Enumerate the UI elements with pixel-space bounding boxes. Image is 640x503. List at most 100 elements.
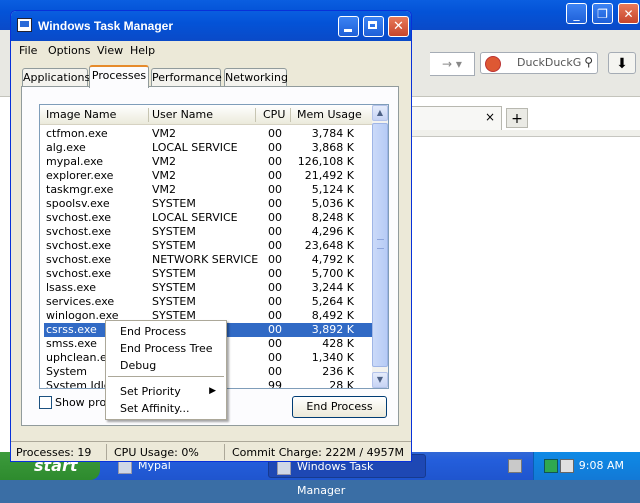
- scroll-down-button[interactable]: ▼: [372, 372, 388, 388]
- process-cpu: 99: [268, 379, 282, 389]
- search-icon[interactable]: ⚲: [584, 55, 593, 69]
- menu-bar: File Options View Help: [11, 41, 411, 61]
- table-row[interactable]: ctfmon.exe VM2 00 3,784 K: [40, 127, 372, 141]
- network-icon[interactable]: [560, 459, 574, 473]
- scroll-grip: [377, 239, 384, 249]
- process-image-name: taskmgr.exe: [46, 183, 114, 196]
- end-process-button[interactable]: End Process: [292, 396, 387, 418]
- menu-item-debug[interactable]: Debug: [108, 357, 224, 374]
- process-mem-usage: 4,296 K: [311, 225, 354, 238]
- maximize-button[interactable]: [363, 16, 384, 37]
- table-row[interactable]: svchost.exe SYSTEM 00 4,296 K: [40, 225, 372, 239]
- status-bar: Processes: 19 CPU Usage: 0% Commit Charg…: [11, 441, 411, 461]
- menu-item-end-process[interactable]: End Process: [108, 323, 224, 340]
- tab-networking[interactable]: Networking: [224, 68, 288, 87]
- table-row[interactable]: mypal.exe VM2 00 126,108 K: [40, 155, 372, 169]
- process-user-name: NETWORK SERVICE: [152, 253, 259, 266]
- browser-minimize-button[interactable]: _: [566, 3, 587, 24]
- table-row[interactable]: explorer.exe VM2 00 21,492 K: [40, 169, 372, 183]
- status-divider: [224, 444, 225, 460]
- table-row[interactable]: svchost.exe LOCAL SERVICE 00 8,248 K: [40, 211, 372, 225]
- process-mem-usage: 3,784 K: [311, 127, 354, 140]
- table-row[interactable]: alg.exe LOCAL SERVICE 00 3,868 K: [40, 141, 372, 155]
- process-cpu: 00: [268, 127, 282, 140]
- browser-tab[interactable]: ×: [410, 106, 502, 130]
- title-bar[interactable]: Windows Task Manager ✕: [11, 11, 411, 41]
- process-image-name: lsass.exe: [46, 281, 96, 294]
- duckduckgo-icon: [485, 56, 501, 72]
- minimize-button[interactable]: [338, 16, 359, 37]
- process-user-name: LOCAL SERVICE: [152, 141, 238, 154]
- process-image-name: uphclean.ex: [46, 351, 114, 364]
- column-divider[interactable]: [255, 108, 256, 122]
- tab-processes[interactable]: Processes: [89, 65, 149, 88]
- process-mem-usage: 3,868 K: [311, 141, 354, 154]
- new-tab-button[interactable]: +: [506, 108, 528, 128]
- process-mem-usage: 428 K: [322, 337, 354, 350]
- process-cpu: 00: [268, 267, 282, 280]
- show-all-processes-label[interactable]: Show proc: [55, 396, 112, 409]
- table-row[interactable]: svchost.exe SYSTEM 00 5,700 K: [40, 267, 372, 281]
- process-image-name: System Idle: [46, 379, 111, 389]
- show-all-processes-checkbox[interactable]: [39, 396, 52, 409]
- window-title: Windows Task Manager: [38, 19, 174, 33]
- process-cpu: 00: [268, 323, 282, 336]
- process-image-name: svchost.exe: [46, 253, 112, 266]
- close-icon: ✕: [393, 19, 404, 34]
- column-image-name[interactable]: Image Name: [46, 108, 116, 121]
- column-divider[interactable]: [148, 108, 149, 122]
- status-commit-charge: Commit Charge: 222M / 4957M: [232, 446, 405, 459]
- scroll-up-button[interactable]: ▲: [372, 105, 388, 121]
- column-divider[interactable]: [290, 108, 291, 122]
- menu-view[interactable]: View: [97, 44, 123, 57]
- tab-applications[interactable]: Applications: [22, 68, 90, 87]
- process-cpu: 00: [268, 197, 282, 210]
- table-row[interactable]: spoolsv.exe SYSTEM 00 5,036 K: [40, 197, 372, 211]
- close-tab-icon[interactable]: ×: [485, 110, 495, 124]
- menu-item-label: Set Priority: [120, 385, 181, 398]
- process-cpu: 00: [268, 337, 282, 350]
- process-cpu: 00: [268, 141, 282, 154]
- column-user-name[interactable]: User Name: [152, 108, 213, 121]
- process-user-name: VM2: [152, 169, 177, 182]
- menu-options[interactable]: Options: [48, 44, 90, 57]
- process-image-name: smss.exe: [46, 337, 97, 350]
- url-dropdown-arrows[interactable]: → ▾: [430, 52, 475, 76]
- system-tray: 9:08 AM: [508, 452, 640, 480]
- process-mem-usage: 236 K: [322, 365, 354, 378]
- status-divider: [106, 444, 107, 460]
- process-mem-usage: 126,108 K: [297, 155, 354, 168]
- column-mem-usage[interactable]: Mem Usage: [297, 108, 362, 121]
- process-cpu: 00: [268, 155, 282, 168]
- process-cpu: 00: [268, 239, 282, 252]
- browser-maximize-button[interactable]: ❐: [592, 3, 613, 24]
- process-cpu: 00: [268, 183, 282, 196]
- process-mem-usage: 5,124 K: [311, 183, 354, 196]
- table-row[interactable]: svchost.exe SYSTEM 00 23,648 K: [40, 239, 372, 253]
- table-row[interactable]: svchost.exe NETWORK SERVICE 00 4,792 K: [40, 253, 372, 267]
- search-box[interactable]: DuckDuckG ⚲: [480, 52, 598, 74]
- menu-item-set-priority[interactable]: Set Priority ▶: [108, 383, 224, 400]
- process-cpu: 00: [268, 309, 282, 322]
- table-row[interactable]: services.exe SYSTEM 00 5,264 K: [40, 295, 372, 309]
- scroll-thumb[interactable]: [372, 123, 388, 367]
- vertical-scrollbar[interactable]: ▲ ▼: [372, 105, 388, 388]
- download-icon[interactable]: ⬇: [608, 52, 636, 74]
- keyboard-icon[interactable]: [508, 459, 522, 473]
- tab-performance[interactable]: Performance: [151, 68, 222, 87]
- task-manager-tray-icon[interactable]: [544, 459, 558, 473]
- tab-strip: Applications Processes Performance Netwo…: [11, 65, 411, 88]
- menu-file[interactable]: File: [19, 44, 37, 57]
- table-row[interactable]: lsass.exe SYSTEM 00 3,244 K: [40, 281, 372, 295]
- process-image-name: svchost.exe: [46, 225, 112, 238]
- column-cpu[interactable]: CPU: [263, 108, 285, 121]
- table-row[interactable]: taskmgr.exe VM2 00 5,124 K: [40, 183, 372, 197]
- close-button[interactable]: ✕: [388, 16, 409, 37]
- process-user-name: LOCAL SERVICE: [152, 211, 238, 224]
- browser-close-button[interactable]: ✕: [618, 3, 639, 24]
- menu-item-end-process-tree[interactable]: End Process Tree: [108, 340, 224, 357]
- process-user-name: VM2: [152, 183, 177, 196]
- menu-help[interactable]: Help: [130, 44, 155, 57]
- process-cpu: 00: [268, 365, 282, 378]
- menu-item-set-affinity[interactable]: Set Affinity...: [108, 400, 224, 417]
